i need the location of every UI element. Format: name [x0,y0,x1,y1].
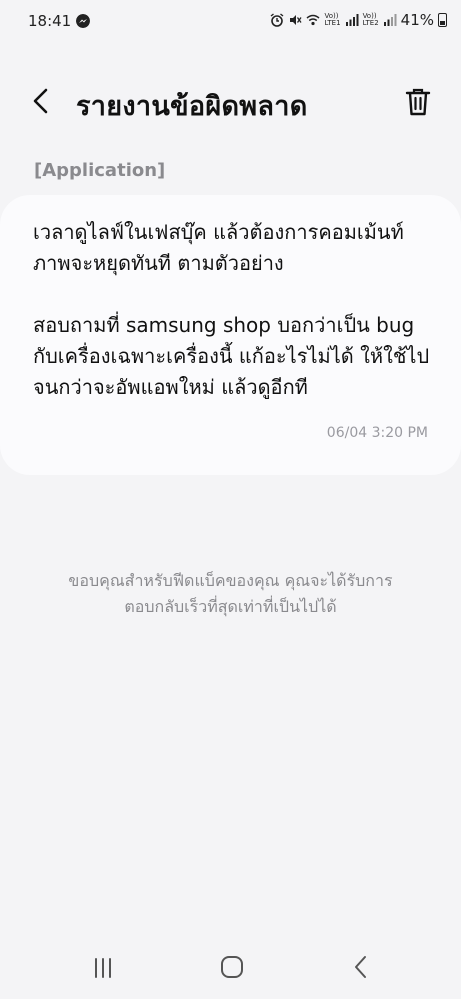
signal-icon [345,14,359,26]
chevron-left-icon[interactable] [26,84,58,118]
status-bar: 18:41 Vo)) LTE1 Vo)) LTE2 41% [0,0,461,42]
status-time: 18:41 [28,12,72,30]
recent-apps-icon[interactable] [92,957,114,979]
wifi-icon [306,14,320,26]
signal-icon [383,14,397,26]
message-text: เวลาดูไลฟ์ในเฟสบุ๊ค แล้วต้องการคอมเม้นท์… [33,220,430,399]
category-label: [Application] [34,160,166,181]
message-card: เวลาดูไลฟ์ในเฟสบุ๊ค แล้วต้องการคอมเม้นท์… [0,195,461,475]
navigation-bar [0,945,461,999]
battery-icon [438,13,447,27]
home-icon[interactable] [220,955,244,979]
thanks-note: ขอบคุณสำหรับฟีดแบ็คของคุณ คุณจะได้รับการ… [68,571,393,616]
messenger-icon [76,14,90,28]
back-icon[interactable] [350,955,372,979]
battery-percent: 41% [400,11,434,29]
status-icons: Vo)) LTE1 Vo)) LTE2 41% [270,11,447,29]
volte-lte2-icon: Vo)) LTE2 [363,13,379,27]
lte2-label: LTE2 [362,19,379,27]
message-timestamp: 06/04 3:20 PM [326,425,428,441]
alarm-icon [271,13,284,27]
mute-icon [290,15,303,25]
header: รายงานข้อผิดพลาด [0,70,461,132]
lte1-label: LTE1 [324,19,341,27]
trash-icon[interactable] [403,86,433,118]
volte-lte1-icon: Vo)) LTE1 [324,13,340,27]
page-title: รายงานข้อผิดพลาด [76,91,308,122]
